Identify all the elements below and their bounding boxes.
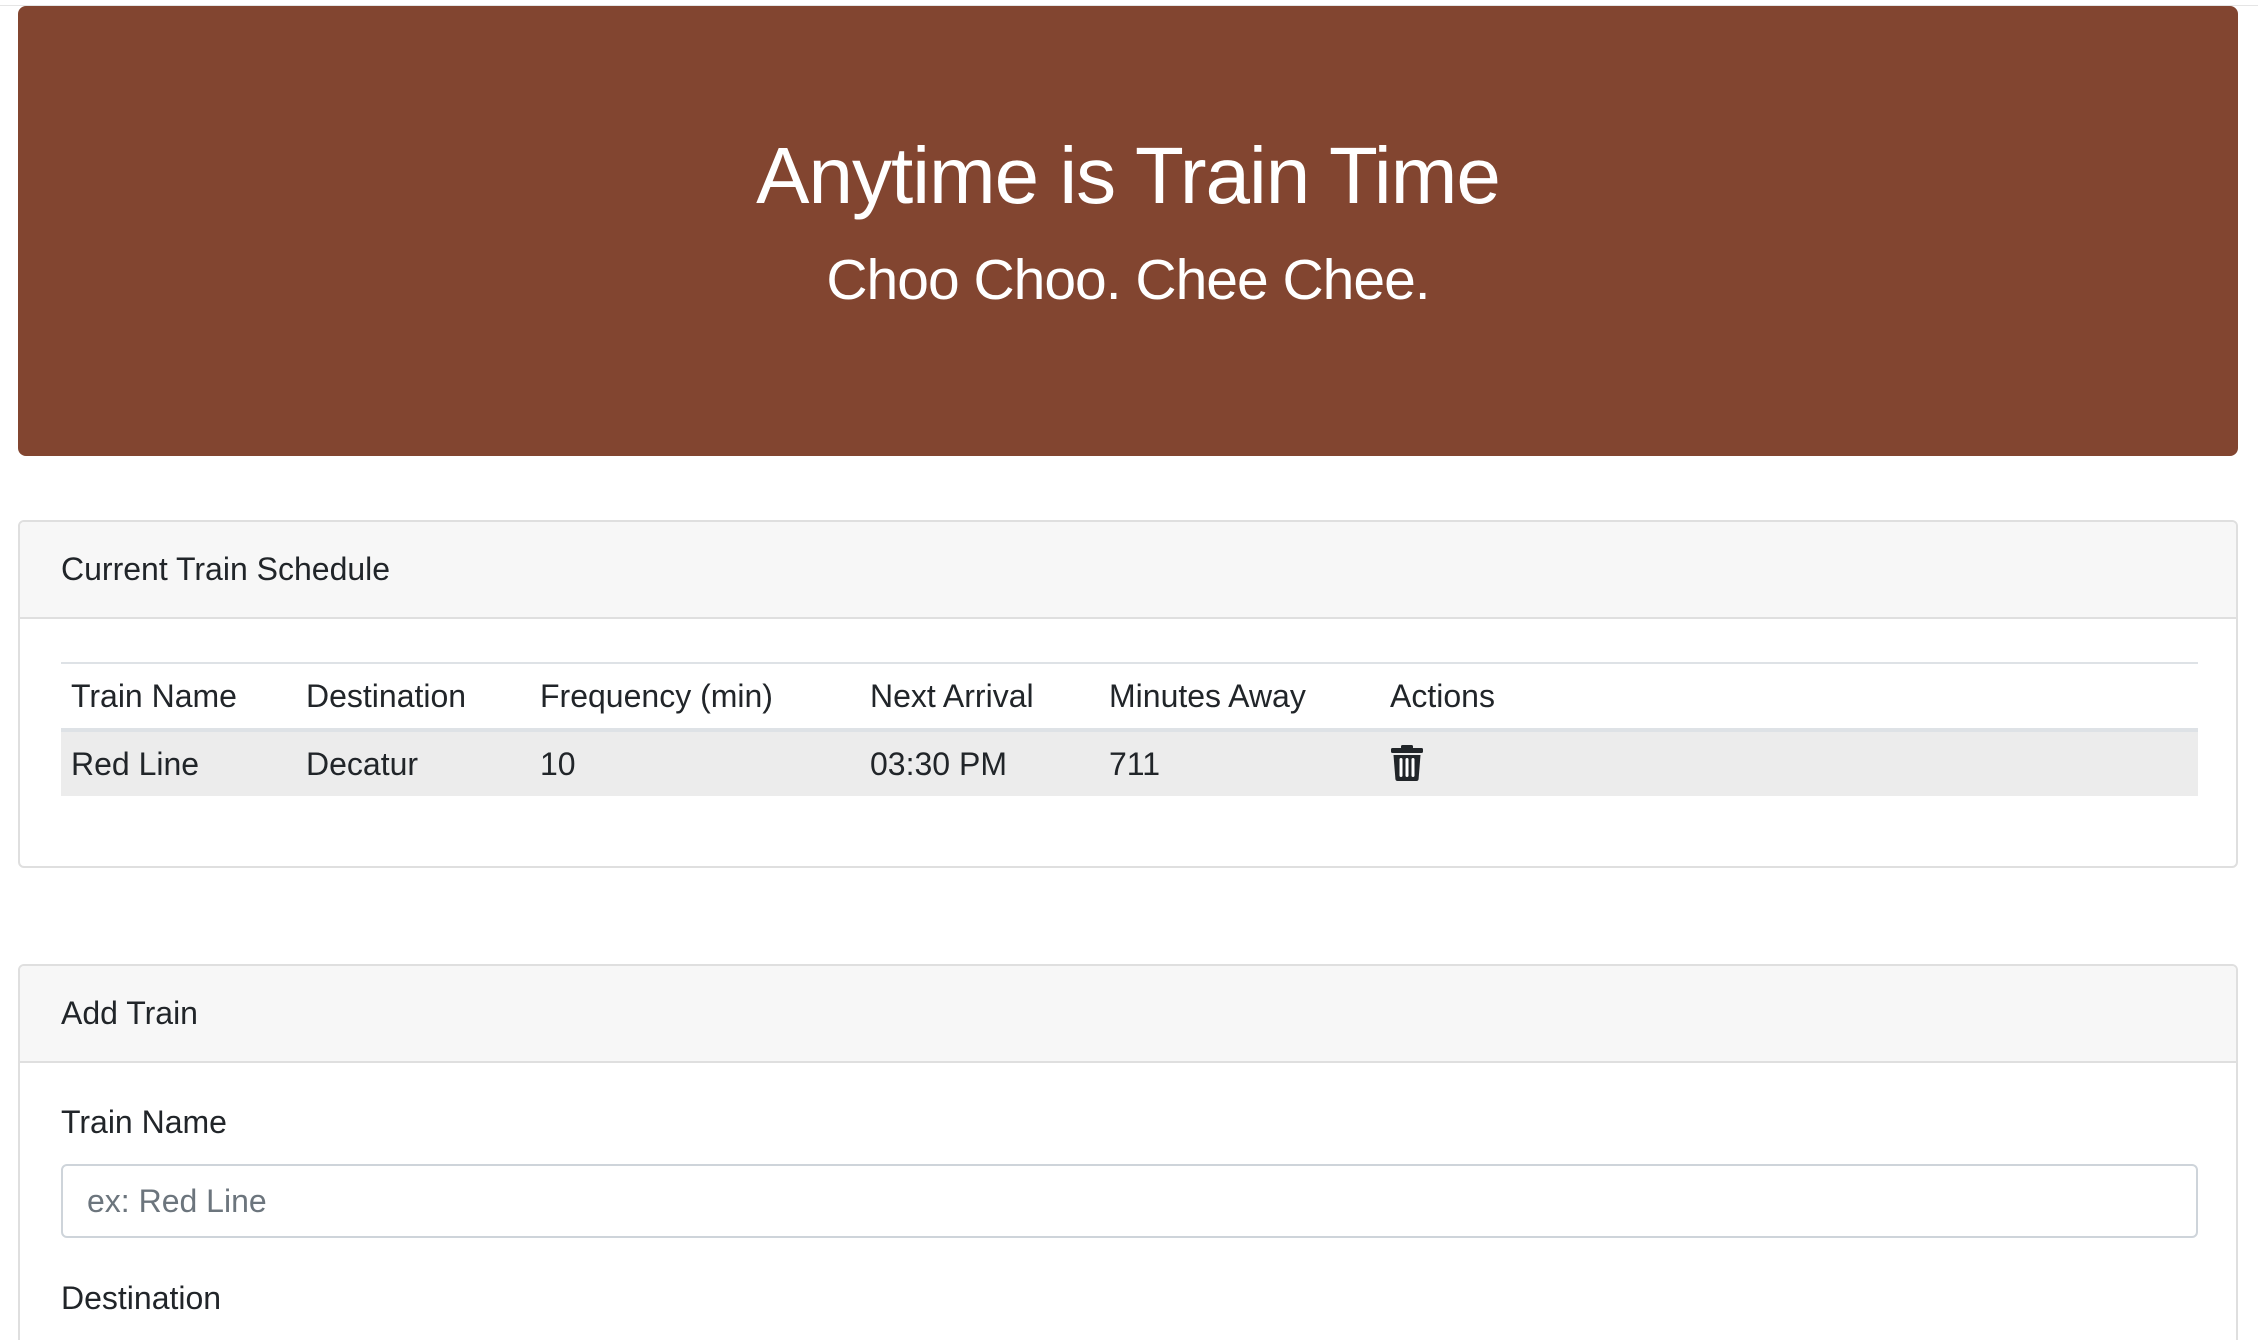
delete-train-button[interactable]: [1390, 744, 1424, 782]
destination-label: Destination: [61, 1280, 222, 1316]
schedule-table-header-row: Train Name Destination Frequency (min) N…: [61, 663, 2198, 730]
cell-train-name: Red Line: [71, 745, 200, 782]
column-header-minutes-away: Minutes Away: [1109, 677, 1306, 714]
add-train-card: Add Train Train Name Destination: [18, 964, 2238, 1340]
cell-destination: Decatur: [306, 745, 419, 782]
column-header-frequency: Frequency (min): [540, 677, 773, 714]
train-schedule-card: Current Train Schedule Train Name Destin…: [18, 520, 2238, 868]
cell-minutes-away: 711: [1109, 745, 1161, 782]
page-title: Anytime is Train Time: [756, 131, 1501, 220]
column-header-destination: Destination: [306, 677, 467, 714]
page: Anytime is Train Time Choo Choo. Chee Ch…: [0, 0, 2258, 1340]
column-header-train-name: Train Name: [71, 677, 237, 714]
train-name-label: Train Name: [61, 1104, 227, 1140]
schedule-table-wrapper: Train Name Destination Frequency (min) N…: [61, 662, 2198, 796]
schedule-table: Train Name Destination Frequency (min) N…: [61, 662, 2198, 796]
add-train-card-header: Add Train: [20, 966, 2236, 1063]
schedule-card-header: Current Train Schedule: [20, 522, 2236, 619]
cell-frequency: 10: [540, 745, 576, 782]
jumbotron-banner: Anytime is Train Time Choo Choo. Chee Ch…: [18, 6, 2238, 456]
train-name-input[interactable]: [61, 1164, 2198, 1238]
cell-next-arrival: 03:30 PM: [870, 745, 1007, 782]
table-row: Red Line Decatur 10 03:30 PM 711: [61, 730, 2198, 796]
add-train-form: Train Name Destination: [61, 1106, 2198, 1314]
trash-icon: [1391, 745, 1423, 782]
column-header-next-arrival: Next Arrival: [870, 677, 1034, 714]
column-header-actions: Actions: [1390, 677, 1495, 714]
page-subtitle: Choo Choo. Chee Chee.: [826, 248, 1430, 312]
cell-actions: [1380, 730, 2198, 796]
